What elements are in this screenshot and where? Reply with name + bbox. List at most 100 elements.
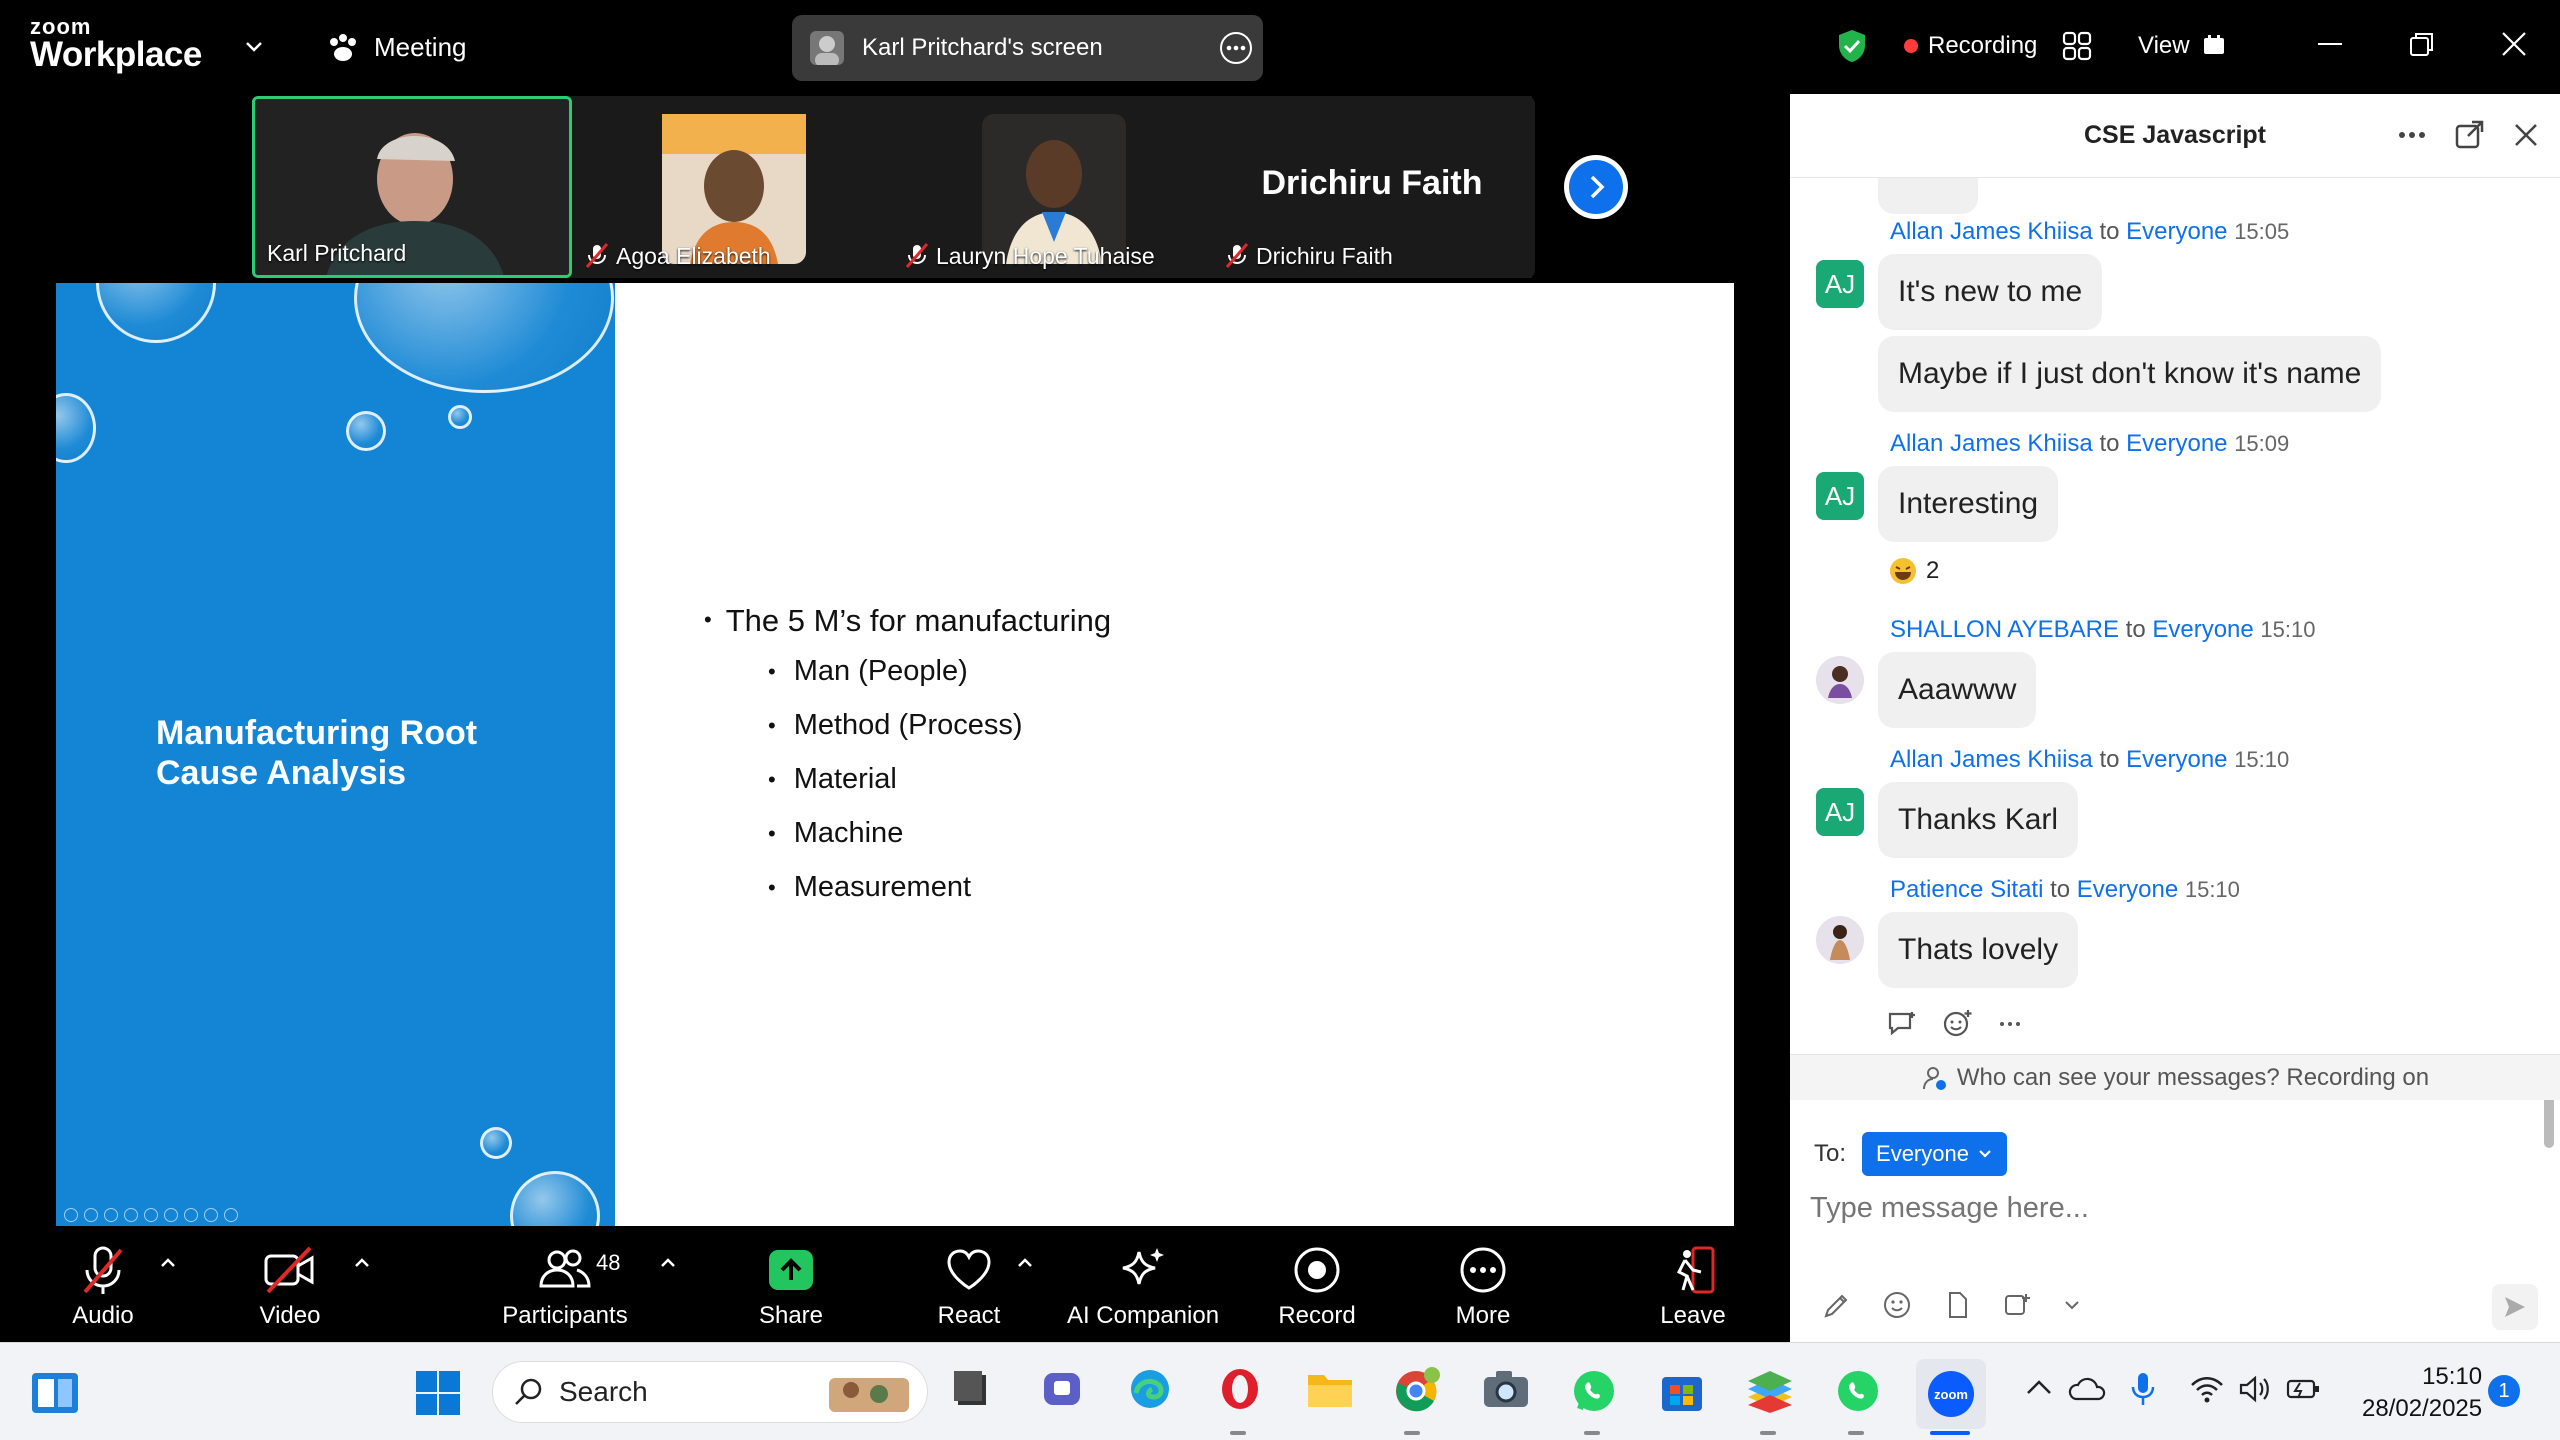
taskbar-search[interactable]: Search: [492, 1361, 928, 1423]
share-button[interactable]: Share: [706, 1244, 876, 1330]
grid-icon[interactable]: [2062, 22, 2092, 70]
react-options-chevron-icon[interactable]: [1015, 1252, 1035, 1272]
avatar[interactable]: AJ: [1816, 472, 1864, 520]
microsoft-store-icon[interactable]: [1658, 1367, 1706, 1415]
chat-scrollbar[interactable]: [2544, 184, 2554, 1148]
windows-start-icon[interactable]: [414, 1369, 462, 1417]
chevron-down-icon[interactable]: [2062, 1295, 2082, 1315]
emoji-icon[interactable]: [1882, 1290, 1912, 1320]
chevron-down-icon[interactable]: [242, 34, 266, 58]
battery-icon[interactable]: [2286, 1375, 2322, 1403]
message-input[interactable]: [1810, 1192, 2510, 1225]
record-button[interactable]: Record: [1232, 1244, 1402, 1330]
sender-name[interactable]: SHALLON AYEBARE: [1890, 616, 2119, 643]
video-tile-agoa-elizabeth[interactable]: Agoa Elizabeth: [572, 96, 892, 278]
volume-icon[interactable]: [2238, 1375, 2272, 1403]
participants-button[interactable]: Participants 48: [480, 1244, 650, 1330]
participant-big-name: Drichiru Faith: [1261, 164, 1483, 202]
add-reaction-icon[interactable]: [1942, 1008, 1974, 1038]
whatsapp-icon[interactable]: [1570, 1367, 1618, 1415]
chat-messages[interactable]: Allan James Khiisa to Everyone 15:05 AJ …: [1790, 178, 2550, 1058]
message-bubble[interactable]: Maybe if I just don't know it's name: [1878, 336, 2382, 412]
widgets-icon[interactable]: [30, 1371, 80, 1415]
file-explorer-icon[interactable]: [1306, 1367, 1354, 1411]
message-bubble[interactable]: Aaawww: [1878, 652, 2037, 728]
ai-companion-button[interactable]: AI Companion: [1058, 1244, 1228, 1330]
close-icon[interactable]: [2512, 120, 2540, 150]
more-options-icon[interactable]: [1998, 1008, 2024, 1038]
screen-share-pill[interactable]: Karl Pritchard's screen: [792, 15, 1263, 81]
sender-name[interactable]: Allan James Khiisa: [1890, 430, 2093, 457]
chevron-up-icon[interactable]: [2024, 1375, 2054, 1399]
more-button[interactable]: More: [1398, 1244, 1568, 1330]
sender-name[interactable]: Allan James Khiisa: [1890, 746, 2093, 773]
view-button[interactable]: View: [2138, 22, 2226, 70]
message-bubble[interactable]: Thanks Karl: [1878, 782, 2079, 858]
participant-name: Drichiru Faith: [1256, 242, 1393, 269]
video-tile-drichiru-faith[interactable]: Drichiru Faith Drichiru Faith: [1212, 96, 1532, 278]
message-time: 15:05: [2234, 219, 2290, 244]
notification-badge[interactable]: 1: [2488, 1375, 2520, 1407]
pop-out-icon[interactable]: [2454, 120, 2484, 150]
task-view-icon[interactable]: [952, 1367, 992, 1411]
video-options-chevron-icon[interactable]: [352, 1252, 372, 1272]
participants-options-chevron-icon[interactable]: [658, 1252, 678, 1272]
video-tile-lauryn-hope-tuhaise[interactable]: Lauryn Hope Tuhaise: [892, 96, 1212, 278]
participant-name-tag: Lauryn Hope Tuhaise: [904, 242, 1155, 270]
chrome-icon[interactable]: [1394, 1367, 1442, 1415]
recipient-name: Everyone: [2126, 430, 2228, 457]
sender-name[interactable]: Allan James Khiisa: [1890, 218, 2093, 245]
video-label: Video: [259, 1302, 321, 1329]
more-options-icon[interactable]: [2398, 120, 2426, 150]
close-icon[interactable]: [2500, 30, 2528, 58]
meeting-info-button[interactable]: Meeting: [326, 32, 467, 63]
whatsapp-icon[interactable]: [1834, 1367, 1882, 1415]
leave-button[interactable]: Leave: [1608, 1244, 1778, 1330]
sender-name[interactable]: Patience Sitati: [1890, 876, 2043, 903]
bluestacks-icon[interactable]: [1744, 1367, 1796, 1415]
top-bar: zoom Workplace Meeting Karl Pritchard's …: [0, 0, 2560, 94]
recording-label: Recording: [1928, 32, 2038, 59]
video-button[interactable]: Video: [205, 1244, 375, 1330]
more-options-icon[interactable]: [1219, 31, 1253, 65]
heart-icon: [947, 1249, 991, 1290]
microphone-icon[interactable]: [2130, 1371, 2156, 1407]
restore-icon[interactable]: [2408, 30, 2436, 58]
avatar[interactable]: [1816, 656, 1864, 704]
avatar[interactable]: [1816, 916, 1864, 964]
screen-share-label: Karl Pritchard's screen: [862, 34, 1103, 61]
to-label: To:: [1814, 1140, 1847, 1167]
message-bubble[interactable]: Thats lovely: [1878, 912, 2079, 988]
taskbar-clock[interactable]: 15:10 28/02/2025: [2362, 1361, 2482, 1425]
opera-icon[interactable]: [1218, 1367, 1262, 1411]
participant-name: Agoa Elizabeth: [616, 242, 771, 269]
slide-controls[interactable]: [64, 1208, 238, 1222]
avatar[interactable]: AJ: [1816, 260, 1864, 308]
visibility-notice[interactable]: Who can see your messages? Recording on: [1790, 1054, 2560, 1100]
reaction-chip[interactable]: 2: [1888, 556, 1939, 586]
next-page-button[interactable]: [1564, 155, 1628, 219]
camera-icon[interactable]: [1482, 1367, 1530, 1411]
audio-options-chevron-icon[interactable]: [158, 1252, 178, 1272]
wifi-icon[interactable]: [2190, 1375, 2224, 1403]
sub-bullet: • Machine: [768, 817, 1111, 871]
message-bubble[interactable]: It's new to me: [1878, 254, 2103, 330]
format-text-icon[interactable]: [1822, 1290, 1852, 1320]
message-bubble[interactable]: Interesting: [1878, 466, 2059, 542]
avatar[interactable]: AJ: [1816, 788, 1864, 836]
zoom-app-icon[interactable]: zoom: [1916, 1359, 1986, 1429]
shield-icon[interactable]: [1836, 22, 1868, 70]
logo-big-text: Workplace: [30, 35, 202, 74]
file-icon[interactable]: [1942, 1290, 1972, 1320]
reply-thread-icon[interactable]: [1886, 1008, 1918, 1038]
teams-icon[interactable]: [1040, 1367, 1084, 1411]
onedrive-icon[interactable]: [2068, 1375, 2108, 1403]
message-actions: [1886, 1008, 2024, 1038]
video-tile-karl-pritchard[interactable]: Karl Pritchard: [252, 96, 572, 278]
screenshot-icon[interactable]: [2002, 1290, 2032, 1320]
recording-indicator[interactable]: Recording: [1904, 22, 2037, 70]
minimize-icon[interactable]: [2316, 30, 2344, 58]
send-button[interactable]: [2492, 1284, 2538, 1330]
recipient-dropdown[interactable]: Everyone: [1862, 1132, 2007, 1176]
edge-icon[interactable]: [1128, 1367, 1172, 1411]
